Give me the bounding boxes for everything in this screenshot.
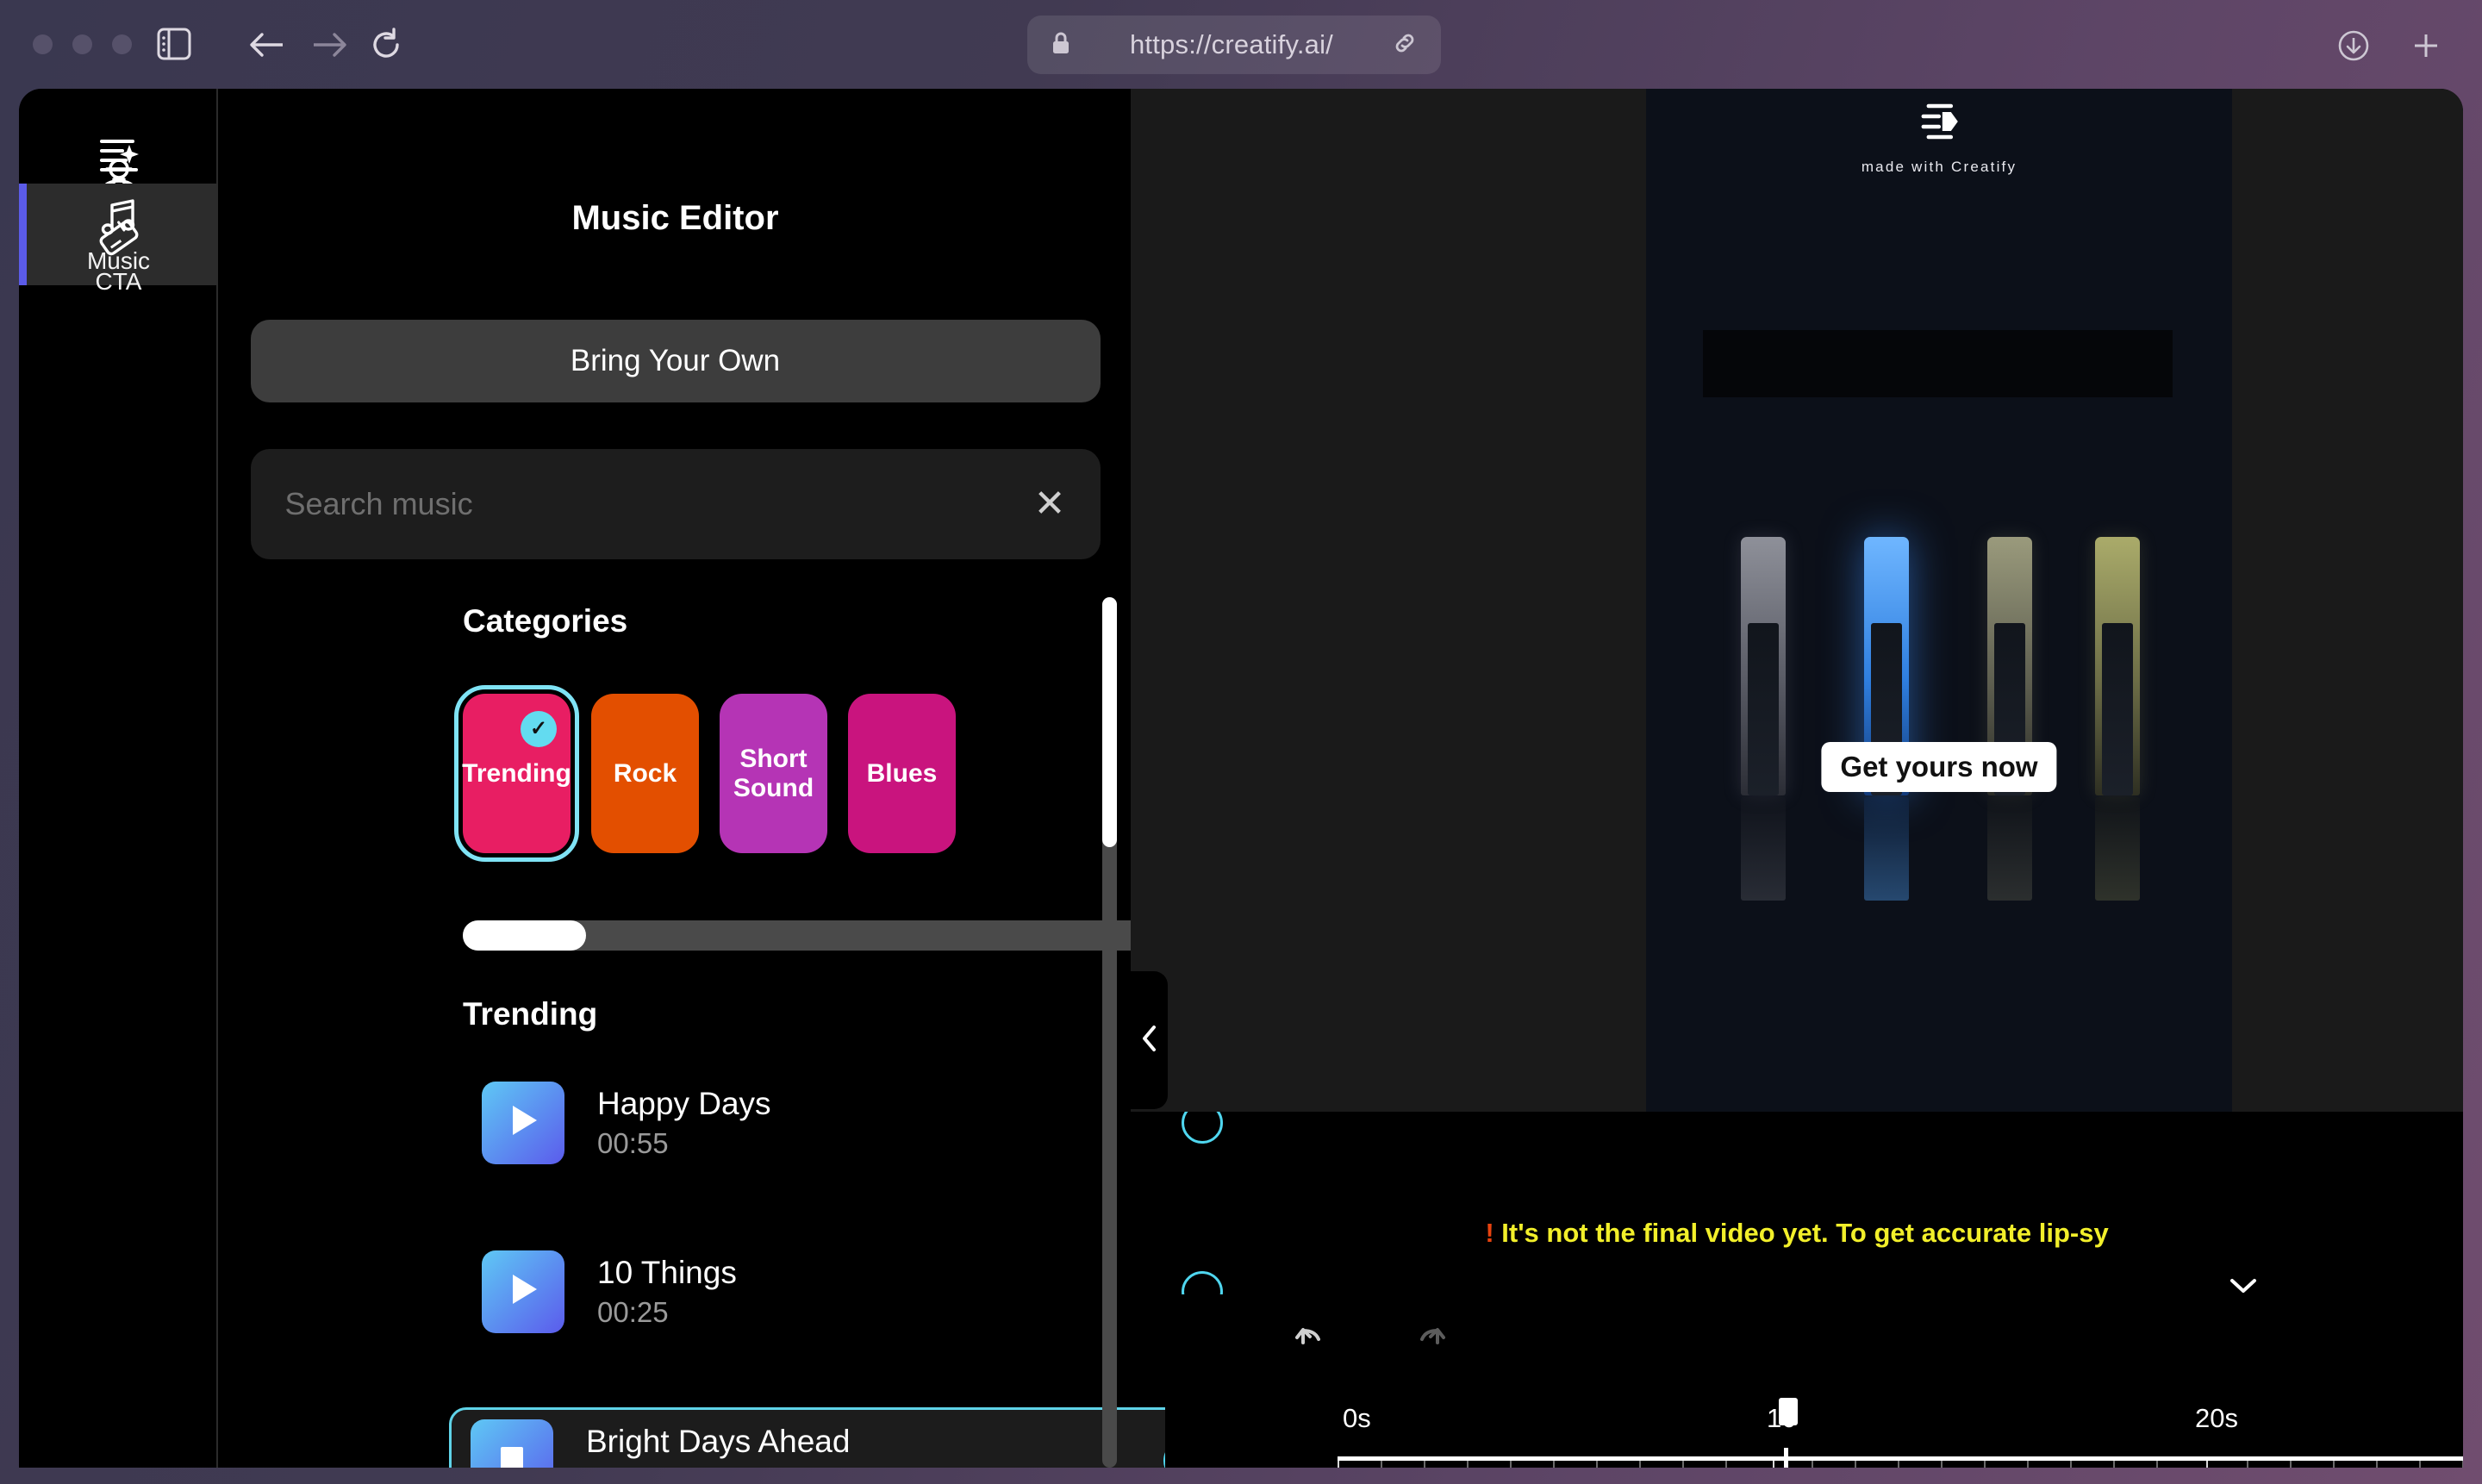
video-frame[interactable]: made with Creatify Get yours now <box>1646 89 2232 1112</box>
watermark-label: made with Creatify <box>1861 159 2017 175</box>
track-thumbnail[interactable] <box>482 1250 564 1333</box>
category-scrollbar-thumb[interactable] <box>463 920 586 951</box>
ruler-tick-label: 20s <box>2195 1403 2238 1433</box>
undo-icon[interactable] <box>1294 1320 1336 1362</box>
track-meta: 10 Things 00:25 <box>597 1255 1182 1329</box>
product-bottle <box>1741 537 1786 795</box>
ruler-ticks <box>1338 1461 2463 1468</box>
warning-bang: ! <box>1485 1218 1494 1248</box>
sidebar-item-label: CTA <box>95 267 142 295</box>
window-traffic-lights[interactable] <box>33 34 132 54</box>
timeline-collapse-button[interactable] <box>2176 1261 2310 1314</box>
category-pill-short-sound[interactable]: Short Sound <box>720 694 827 853</box>
play-icon <box>506 1102 540 1143</box>
ruler-tick-label: 0s <box>1343 1403 1371 1433</box>
url-text: https://creatify.ai/ <box>1129 29 1333 59</box>
bring-your-own-button[interactable]: Bring Your Own <box>250 320 1101 402</box>
browser-window: https://creatify.ai/ Script <box>0 0 2482 1484</box>
category-pill-blues[interactable]: Blues <box>848 694 956 853</box>
sidebar-item-cta[interactable]: CTA <box>19 204 218 306</box>
page-viewport: Script Avatar Assets Music <box>19 89 2463 1468</box>
timeline-ruler[interactable]: 0s 10 20s <box>1338 1381 2463 1468</box>
track-thumbnail[interactable] <box>482 1081 564 1164</box>
track-duration: 00:55 <box>597 1126 669 1159</box>
tag-icon <box>97 215 141 260</box>
track-title: Happy Days <box>597 1085 771 1121</box>
product-bottle-reflection <box>1987 797 2032 901</box>
check-icon: ✓ <box>521 711 557 747</box>
list-item[interactable]: 10 Things 00:25 <box>463 1238 1247 1344</box>
preview-notice-text: It's not the final video yet. To get acc… <box>1494 1218 2109 1248</box>
chevron-left-icon <box>1140 1024 1159 1057</box>
trending-heading: Trending <box>463 996 598 1032</box>
video-preview-stage: made with Creatify Get yours now <box>1131 89 2463 1112</box>
url-bar[interactable]: https://creatify.ai/ <box>1027 16 1441 74</box>
lock-icon <box>1050 30 1072 60</box>
download-icon[interactable] <box>2337 29 2370 66</box>
music-editor-panel: Music Editor Bring Your Own ✕ Categories… <box>220 89 1245 1468</box>
video-dark-band <box>1703 330 2173 397</box>
search-input[interactable] <box>284 486 1034 522</box>
page-title: Music Editor <box>571 199 779 237</box>
product-bottle-reflection <box>1741 797 1786 901</box>
panel-scrollbar-thumb[interactable] <box>1102 597 1117 847</box>
track-title: 10 Things <box>597 1254 737 1290</box>
timeline-panel: 10.15s / 1 CTA Caption 0s 10 20s <box>1165 1294 2463 1468</box>
category-pill-label: Trending <box>462 758 571 788</box>
nav-back-icon[interactable] <box>248 29 286 65</box>
redo-icon[interactable] <box>1405 1320 1446 1362</box>
browser-titlebar: https://creatify.ai/ <box>0 0 2482 89</box>
left-nav-rail: Script Avatar Assets Music <box>19 89 218 1468</box>
product-bottle <box>2095 537 2140 795</box>
creatify-logo-icon <box>1915 101 1963 150</box>
playhead-knob[interactable] <box>1779 1398 1798 1425</box>
new-tab-plus-icon[interactable] <box>2410 29 2442 66</box>
categories-heading: Categories <box>463 603 628 639</box>
nav-forward-icon[interactable] <box>310 29 348 65</box>
category-pill-list: ✓ Trending Rock Short Sound Blues <box>454 685 956 862</box>
panel-scrollbar[interactable] <box>1102 597 1117 1468</box>
music-track-list: Happy Days 00:55 10 Things 00:25 Bright … <box>449 1069 1247 1468</box>
playhead[interactable] <box>1784 1448 1788 1468</box>
category-pill-rock[interactable]: Rock <box>591 694 699 853</box>
category-scrollbar[interactable] <box>463 920 1245 951</box>
minimize-window-button[interactable] <box>72 34 92 54</box>
list-item[interactable]: Happy Days 00:55 <box>463 1069 1247 1175</box>
link-icon[interactable] <box>1391 29 1419 61</box>
product-bottle-reflection <box>1864 797 1909 901</box>
product-bottle-reflection <box>2095 797 2140 901</box>
play-icon <box>506 1271 540 1312</box>
track-duration: 02:15 <box>586 1465 1163 1468</box>
stop-icon <box>496 1443 527 1468</box>
search-music-box[interactable]: ✕ <box>250 449 1101 559</box>
chevron-down-icon <box>2229 1276 2258 1300</box>
category-pill-label: Rock <box>613 758 677 788</box>
track-meta: Bright Days Ahead 02:15 <box>586 1424 1163 1468</box>
category-pill-label: Short Sound <box>733 744 814 802</box>
category-pill-trending[interactable]: ✓ Trending <box>454 685 579 862</box>
track-title: Bright Days Ahead <box>586 1423 851 1459</box>
track-duration: 00:25 <box>597 1295 669 1328</box>
track-meta: Happy Days 00:55 <box>597 1086 1182 1160</box>
timeline-track-labels: CTA Caption <box>1165 1381 1338 1468</box>
sidebar-toggle-icon[interactable] <box>157 28 191 65</box>
close-window-button[interactable] <box>33 34 53 54</box>
category-pill-label: Blues <box>866 758 938 788</box>
creatify-watermark: made with Creatify <box>1862 101 2017 176</box>
video-caption-overlay: Get yours now <box>1821 742 2057 792</box>
preview-notice: ! It's not the final video yet. To get a… <box>1131 1218 2463 1249</box>
track-thumbnail[interactable] <box>471 1419 553 1468</box>
timeline-body: CTA Caption 0s 10 20s <box>1165 1381 2463 1468</box>
close-icon[interactable]: ✕ <box>1034 485 1066 523</box>
panel-collapse-handle[interactable] <box>1131 971 1168 1109</box>
nav-reload-icon[interactable] <box>369 28 403 66</box>
maximize-window-button[interactable] <box>112 34 132 54</box>
